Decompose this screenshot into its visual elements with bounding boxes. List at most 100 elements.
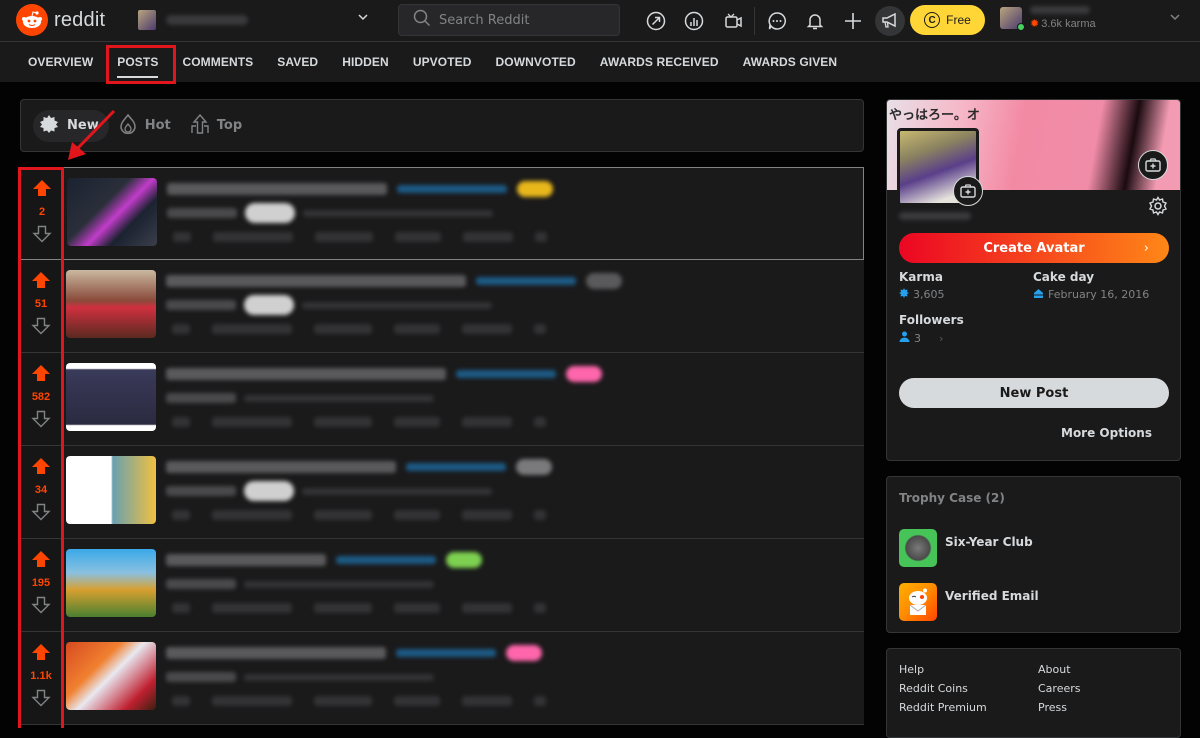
post-row[interactable]: 34 — [20, 446, 864, 539]
hide-button[interactable] — [463, 232, 513, 242]
chat-icon[interactable] — [761, 6, 793, 36]
post-row[interactable]: 2 — [20, 167, 864, 260]
upvote-icon[interactable] — [31, 363, 51, 387]
crosspost-icon[interactable] — [172, 603, 190, 613]
comments-button[interactable] — [213, 232, 293, 242]
post-title[interactable] — [166, 554, 326, 566]
more-options-button[interactable]: More Options — [1061, 426, 1152, 440]
gear-icon[interactable] — [1148, 196, 1168, 220]
sort-hot-button[interactable]: Hot — [113, 110, 181, 142]
popular-icon[interactable] — [640, 6, 672, 36]
sort-top-button[interactable]: Top — [185, 110, 252, 142]
post-title[interactable] — [166, 275, 466, 287]
create-post-icon[interactable] — [837, 6, 869, 36]
post-thumbnail[interactable] — [66, 456, 156, 524]
footer-link-reddit-premium[interactable]: Reddit Premium — [899, 701, 1038, 714]
save-button[interactable] — [394, 510, 440, 520]
post-row[interactable]: 582 — [20, 353, 864, 446]
followers-stat[interactable]: Followers 3 › — [899, 313, 1033, 345]
upvote-icon[interactable] — [32, 178, 52, 202]
tab-hidden[interactable]: HIDDEN — [330, 42, 401, 82]
footer-link-help[interactable]: Help — [899, 663, 1038, 676]
footer-link-reddit-coins[interactable]: Reddit Coins — [899, 682, 1038, 695]
hide-button[interactable] — [462, 417, 512, 427]
upvote-icon[interactable] — [31, 642, 51, 666]
downvote-icon[interactable] — [31, 409, 51, 433]
post-subreddit[interactable] — [396, 649, 496, 657]
save-button[interactable] — [394, 696, 440, 706]
comments-button[interactable] — [212, 603, 292, 613]
more-icon[interactable] — [534, 603, 546, 613]
community-switcher[interactable] — [138, 10, 368, 30]
post-thumbnail[interactable] — [67, 178, 157, 246]
post-title[interactable] — [166, 647, 386, 659]
hide-button[interactable] — [462, 696, 512, 706]
more-icon[interactable] — [534, 417, 546, 427]
crosspost-icon[interactable] — [172, 417, 190, 427]
more-icon[interactable] — [534, 510, 546, 520]
post-thumbnail[interactable] — [66, 363, 156, 431]
save-button[interactable] — [394, 324, 440, 334]
share-button[interactable] — [314, 696, 372, 706]
downvote-icon[interactable] — [31, 688, 51, 712]
crosspost-icon[interactable] — [172, 696, 190, 706]
hide-button[interactable] — [462, 324, 512, 334]
save-button[interactable] — [394, 417, 440, 427]
hide-button[interactable] — [462, 510, 512, 520]
post-subreddit[interactable] — [476, 277, 576, 285]
comments-button[interactable] — [212, 324, 292, 334]
post-row[interactable]: 195 — [20, 539, 864, 632]
share-button[interactable] — [314, 603, 372, 613]
post-subreddit[interactable] — [406, 463, 506, 471]
post-title[interactable] — [167, 183, 387, 195]
change-avatar-button[interactable] — [953, 176, 983, 206]
more-icon[interactable] — [534, 324, 546, 334]
tab-downvoted[interactable]: DOWNVOTED — [484, 42, 588, 82]
chevron-down-icon[interactable] — [1168, 10, 1182, 27]
post-row[interactable]: 51 — [20, 260, 864, 353]
more-icon[interactable] — [535, 232, 547, 242]
comments-button[interactable] — [212, 417, 292, 427]
save-button[interactable] — [395, 232, 441, 242]
post-row[interactable]: 1.1k — [20, 632, 864, 725]
tab-saved[interactable]: SAVED — [265, 42, 330, 82]
post-title[interactable] — [166, 461, 396, 473]
live-icon[interactable] — [716, 6, 748, 36]
downvote-icon[interactable] — [32, 224, 52, 248]
downvote-icon[interactable] — [31, 502, 51, 526]
tab-comments[interactable]: COMMENTS — [170, 42, 265, 82]
post-thumbnail[interactable] — [66, 642, 156, 710]
post-subreddit[interactable] — [336, 556, 436, 564]
search-input[interactable] — [439, 12, 609, 28]
post-thumbnail[interactable] — [66, 549, 156, 617]
get-coins-button[interactable]: C Free — [910, 5, 985, 35]
trophy-item[interactable]: Verified Email — [899, 583, 1039, 621]
footer-link-careers[interactable]: Careers — [1038, 682, 1158, 695]
create-avatar-button[interactable]: Create Avatar › — [899, 233, 1169, 263]
crosspost-icon[interactable] — [173, 232, 191, 242]
downvote-icon[interactable] — [31, 595, 51, 619]
tab-upvoted[interactable]: UPVOTED — [401, 42, 484, 82]
share-button[interactable] — [314, 417, 372, 427]
comments-button[interactable] — [212, 510, 292, 520]
tab-awards-given[interactable]: AWARDS GIVEN — [731, 42, 850, 82]
crosspost-icon[interactable] — [172, 324, 190, 334]
more-icon[interactable] — [534, 696, 546, 706]
share-button[interactable] — [315, 232, 373, 242]
tab-overview[interactable]: OVERVIEW — [16, 42, 105, 82]
post-subreddit[interactable] — [456, 370, 556, 378]
upvote-icon[interactable] — [31, 549, 51, 573]
post-title[interactable] — [166, 368, 446, 380]
upvote-icon[interactable] — [31, 456, 51, 480]
reddit-logo[interactable]: reddit — [16, 4, 105, 36]
change-banner-button[interactable] — [1138, 150, 1168, 180]
tab-awards-received[interactable]: AWARDS RECEIVED — [588, 42, 731, 82]
notification-icon[interactable] — [799, 6, 831, 36]
share-button[interactable] — [314, 324, 372, 334]
save-button[interactable] — [394, 603, 440, 613]
crosspost-icon[interactable] — [172, 510, 190, 520]
share-button[interactable] — [314, 510, 372, 520]
footer-link-press[interactable]: Press — [1038, 701, 1158, 714]
comments-button[interactable] — [212, 696, 292, 706]
hide-button[interactable] — [462, 603, 512, 613]
